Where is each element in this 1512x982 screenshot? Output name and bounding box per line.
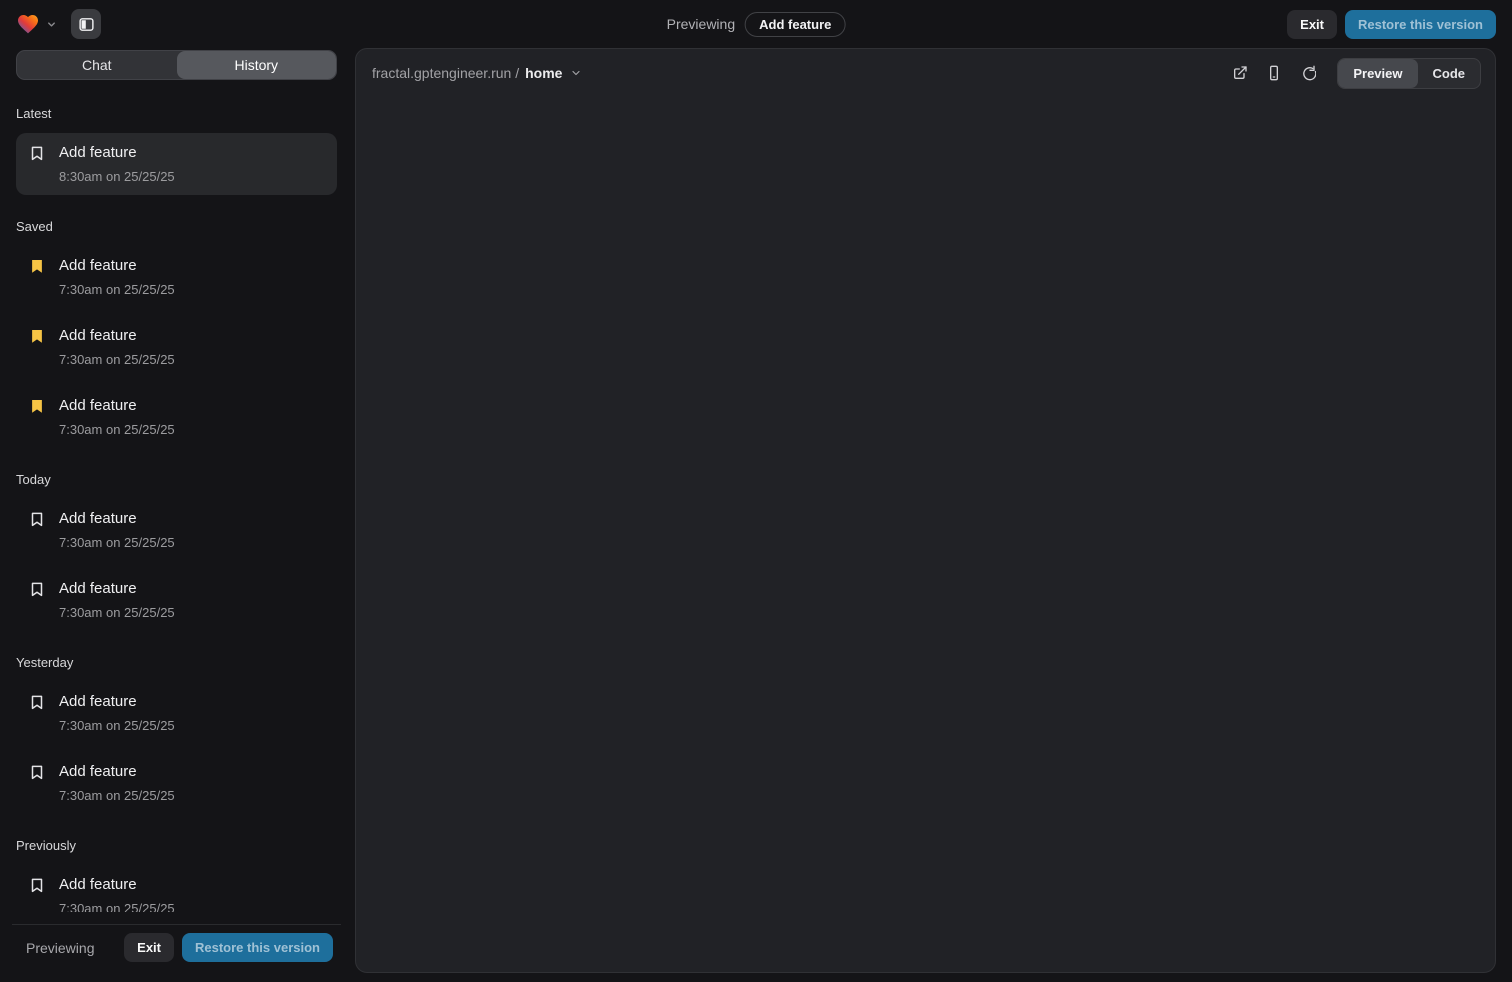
topbar-center: Previewing Add feature: [667, 0, 846, 48]
history-item[interactable]: Add feature7:30am on 25/25/25: [16, 752, 337, 814]
tab-preview[interactable]: Preview: [1338, 59, 1417, 88]
history-sidebar: ChatHistory LatestAdd feature8:30am on 2…: [16, 50, 337, 970]
restore-version-button[interactable]: Restore this version: [1345, 10, 1496, 39]
footer-exit-button[interactable]: Exit: [124, 933, 174, 962]
history-item-title: Add feature: [59, 254, 137, 278]
preview-header: fractal.gptengineer.run / home: [356, 49, 1495, 97]
history-section: YesterdayAdd feature7:30am on 25/25/25Ad…: [16, 655, 337, 814]
history-section: SavedAdd feature7:30am on 25/25/25Add fe…: [16, 219, 337, 448]
history-section: Latest Add feature8:30am on 25/25/25: [16, 106, 337, 195]
bookmark-outline-icon[interactable]: [28, 580, 46, 598]
history-item-title: Add feature: [59, 760, 137, 784]
bookmark-outline-icon[interactable]: [28, 763, 46, 781]
history-item-timestamp: 7:30am on 25/25/25: [59, 603, 325, 623]
history-section: TodayAdd feature7:30am on 25/25/25Add fe…: [16, 472, 337, 631]
footer-previewing-label: Previewing: [26, 940, 94, 956]
bookmark-outline-icon[interactable]: [28, 693, 46, 711]
open-external-button[interactable]: [1225, 58, 1255, 88]
history-item-row: Add feature: [28, 873, 325, 897]
history-item[interactable]: Add feature7:30am on 25/25/25: [16, 386, 337, 448]
section-title: Saved: [16, 219, 337, 234]
address-page: home: [525, 65, 562, 81]
tab-code[interactable]: Code: [1418, 59, 1481, 88]
footer-buttons: Exit Restore this version: [124, 933, 333, 962]
bookmark-outline-icon[interactable]: [28, 510, 46, 528]
history-item-timestamp: 7:30am on 25/25/25: [59, 533, 325, 553]
history-item-title: Add feature: [59, 394, 137, 418]
section-title: Today: [16, 472, 337, 487]
preview-panel: fractal.gptengineer.run / home: [355, 48, 1496, 973]
previewing-label: Previewing: [667, 16, 735, 32]
preview-viewport[interactable]: [356, 97, 1495, 972]
section-title: Previously: [16, 838, 337, 853]
history-item[interactable]: Add feature7:30am on 25/25/25: [16, 569, 337, 631]
history-item[interactable]: Add feature7:30am on 25/25/25: [16, 499, 337, 561]
address-prefix: fractal.gptengineer.run /: [372, 65, 519, 81]
history-list: LatestAdd feature8:30am on 25/25/25Saved…: [16, 82, 337, 912]
footer-restore-version-button[interactable]: Restore this version: [182, 933, 333, 962]
version-pill[interactable]: Add feature: [745, 12, 845, 37]
history-item-row: Add feature: [28, 690, 325, 714]
history-item-row: Add feature: [28, 324, 325, 348]
chevron-down-icon: [570, 67, 582, 79]
history-item-timestamp: 7:30am on 25/25/25: [59, 716, 325, 736]
topbar: Previewing Add feature Exit Restore this…: [0, 0, 1512, 48]
mobile-view-button[interactable]: [1259, 58, 1289, 88]
bookmark-outline-icon[interactable]: [28, 144, 46, 162]
history-item-timestamp: 7:30am on 25/25/25: [59, 899, 325, 912]
preview-address-dropdown[interactable]: fractal.gptengineer.run / home: [372, 65, 582, 81]
preview-code-tabs: PreviewCode: [1337, 58, 1481, 89]
history-item-title: Add feature: [59, 507, 137, 531]
history-item-title: Add feature: [59, 324, 137, 348]
bookmark-filled-icon[interactable]: [28, 397, 46, 415]
preview-header-actions: PreviewCode: [1225, 58, 1481, 89]
history-item-title: Add feature: [59, 141, 137, 165]
history-section: Previously Add feature 7:30am on 25/25/25A…: [16, 838, 337, 912]
history-item-timestamp: 7:30am on 25/25/25: [59, 280, 325, 300]
history-item[interactable]: Add feature 7:30am on 25/25/25: [16, 865, 337, 912]
history-item-timestamp: 8:30am on 25/25/25: [59, 167, 325, 187]
history-item-timestamp: 7:30am on 25/25/25: [59, 420, 325, 440]
heart-logo-icon[interactable]: [16, 12, 40, 36]
history-item-row: Add feature: [28, 141, 325, 165]
history-item-timestamp: 7:30am on 25/25/25: [59, 350, 325, 370]
topbar-left: [16, 9, 101, 39]
history-item-row: Add feature: [28, 760, 325, 784]
bookmark-outline-icon[interactable]: [28, 876, 46, 894]
history-item-timestamp: 7:30am on 25/25/25: [59, 786, 325, 806]
tab-history[interactable]: History: [177, 51, 337, 79]
history-item-row: Add feature: [28, 394, 325, 418]
external-link-icon: [1232, 65, 1248, 81]
history-item-row: Add feature: [28, 577, 325, 601]
history-item[interactable]: Add feature8:30am on 25/25/25: [16, 133, 337, 195]
history-item-title: Add feature: [59, 873, 137, 897]
history-item-title: Add feature: [59, 577, 137, 601]
section-title: Latest: [16, 106, 337, 121]
sidebar-toggle-button[interactable]: [71, 9, 101, 39]
section-title: Yesterday: [16, 655, 337, 670]
history-item[interactable]: Add feature7:30am on 25/25/25: [16, 682, 337, 744]
refresh-icon: [1300, 65, 1316, 81]
history-item[interactable]: Add feature7:30am on 25/25/25: [16, 246, 337, 308]
refresh-button[interactable]: [1293, 58, 1323, 88]
bookmark-filled-icon[interactable]: [28, 327, 46, 345]
exit-button[interactable]: Exit: [1287, 10, 1337, 39]
history-item-row: Add feature: [28, 507, 325, 531]
tab-chat[interactable]: Chat: [17, 51, 177, 79]
history-item[interactable]: Add feature7:30am on 25/25/25: [16, 316, 337, 378]
history-item-title: Add feature: [59, 690, 137, 714]
smartphone-icon: [1266, 65, 1282, 81]
sidebar-footer: Previewing Exit Restore this version: [12, 924, 341, 970]
history-item-row: Add feature: [28, 254, 325, 278]
panel-left-icon: [78, 16, 95, 33]
sidebar-tabs: ChatHistory: [16, 50, 337, 80]
chevron-down-icon[interactable]: [46, 19, 57, 30]
topbar-right: Exit Restore this version: [1287, 10, 1496, 39]
bookmark-filled-icon[interactable]: [28, 257, 46, 275]
